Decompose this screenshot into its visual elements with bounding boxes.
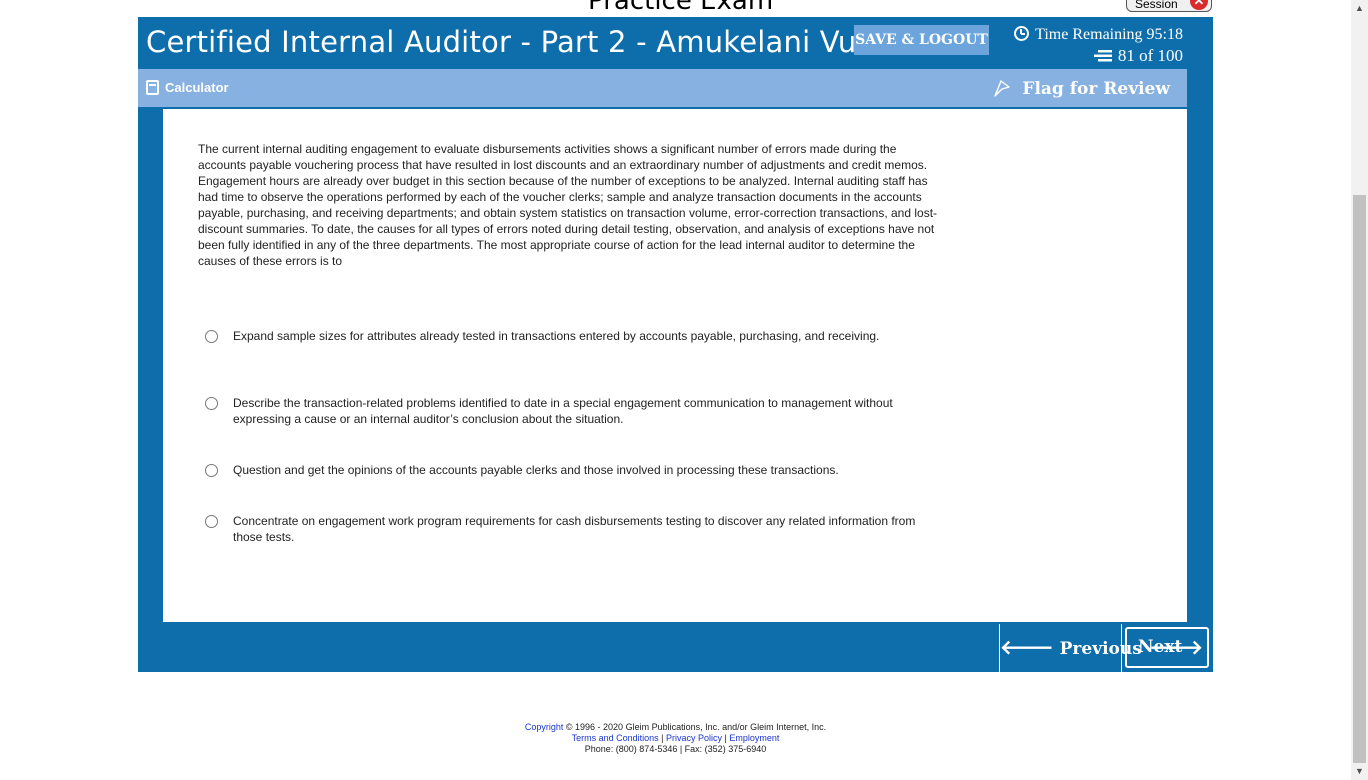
- footer: Copyright © 1996 - 2020 Gleim Publicatio…: [0, 722, 1351, 755]
- exam-window: Certified Internal Auditor - Part 2 - Am…: [138, 17, 1213, 672]
- flag-icon: [994, 80, 1011, 97]
- session-button[interactable]: Session ✕: [1126, 0, 1212, 12]
- question-counter: 81 of 100: [1093, 46, 1183, 66]
- question-count-text: 81 of 100: [1117, 46, 1183, 65]
- calculator-icon: [146, 80, 159, 95]
- question-list-icon: [1093, 50, 1112, 62]
- answer-option-b[interactable]: Describe the transaction-related problem…: [205, 395, 925, 427]
- vertical-scrollbar[interactable]: ▲ ▼: [1351, 0, 1368, 780]
- contact-line: Phone: (800) 874-5346 | Fax: (352) 375-6…: [584, 744, 767, 754]
- copyright-text: © 1996 - 2020 Gleim Publications, Inc. a…: [565, 722, 827, 732]
- answer-option-text: Concentrate on engagement work program r…: [233, 514, 916, 544]
- time-remaining-text: Time Remaining 95:18: [1035, 26, 1183, 43]
- question-stem: The current internal auditing engagement…: [198, 142, 938, 268]
- divider: [1121, 624, 1122, 672]
- next-button[interactable]: Next 🡒: [1125, 627, 1209, 668]
- scroll-down-icon[interactable]: ▼: [1351, 763, 1368, 780]
- footer-links: Terms and Conditions | Privacy Policy | …: [0, 733, 1351, 744]
- flag-for-review-label: Flag for Review: [1022, 79, 1170, 99]
- save-logout-button[interactable]: SAVE & LOGOUT: [854, 25, 989, 55]
- copyright-link[interactable]: Copyright: [525, 722, 564, 732]
- answer-option-text: Describe the transaction-related problem…: [233, 396, 893, 426]
- page-title: Practice Exam: [588, 0, 774, 16]
- radio-button[interactable]: [205, 397, 218, 410]
- previous-button[interactable]: 🡐 Previous: [999, 624, 1142, 672]
- separator: |: [724, 733, 727, 743]
- answer-option-c[interactable]: Question and get the opinions of the acc…: [205, 462, 925, 478]
- exam-title: Certified Internal Auditor - Part 2 - Am…: [146, 25, 917, 59]
- clock-icon: [1014, 26, 1030, 41]
- employment-link[interactable]: Employment: [729, 733, 779, 743]
- terms-link[interactable]: Terms and Conditions: [572, 733, 659, 743]
- calculator-label: Calculator: [165, 80, 229, 95]
- scrollbar-thumb[interactable]: [1353, 195, 1366, 763]
- scroll-up-icon[interactable]: ▲: [1351, 0, 1368, 17]
- answer-option-text: Expand sample sizes for attributes alrea…: [233, 329, 880, 343]
- close-icon[interactable]: ✕: [1190, 0, 1208, 10]
- exam-header: Certified Internal Auditor - Part 2 - Am…: [138, 17, 1213, 68]
- arrow-right-icon: 🡒: [1149, 635, 1203, 659]
- copyright-line: Copyright © 1996 - 2020 Gleim Publicatio…: [0, 722, 1351, 733]
- radio-button[interactable]: [205, 515, 218, 528]
- radio-button[interactable]: [205, 330, 218, 343]
- privacy-link[interactable]: Privacy Policy: [666, 733, 722, 743]
- calculator-button[interactable]: Calculator: [146, 80, 229, 95]
- answer-option-d[interactable]: Concentrate on engagement work program r…: [205, 513, 925, 545]
- answer-option-text: Question and get the opinions of the acc…: [233, 463, 839, 477]
- radio-button[interactable]: [205, 464, 218, 477]
- separator: |: [661, 733, 664, 743]
- flag-for-review-button[interactable]: Flag for Review: [992, 78, 1170, 99]
- arrow-left-icon: 🡐: [1000, 635, 1054, 659]
- time-remaining: Time Remaining 95:18: [1014, 26, 1183, 44]
- session-label: Session: [1135, 0, 1178, 11]
- exam-toolbar: Calculator Flag for Review: [138, 69, 1187, 107]
- page: Practice Exam Session ✕ Certified Intern…: [0, 0, 1368, 780]
- question-panel: The current internal auditing engagement…: [163, 109, 1187, 622]
- answer-option-a[interactable]: Expand sample sizes for attributes alrea…: [205, 328, 925, 344]
- navigation-bar: 🡐 Previous Next 🡒: [138, 624, 1213, 672]
